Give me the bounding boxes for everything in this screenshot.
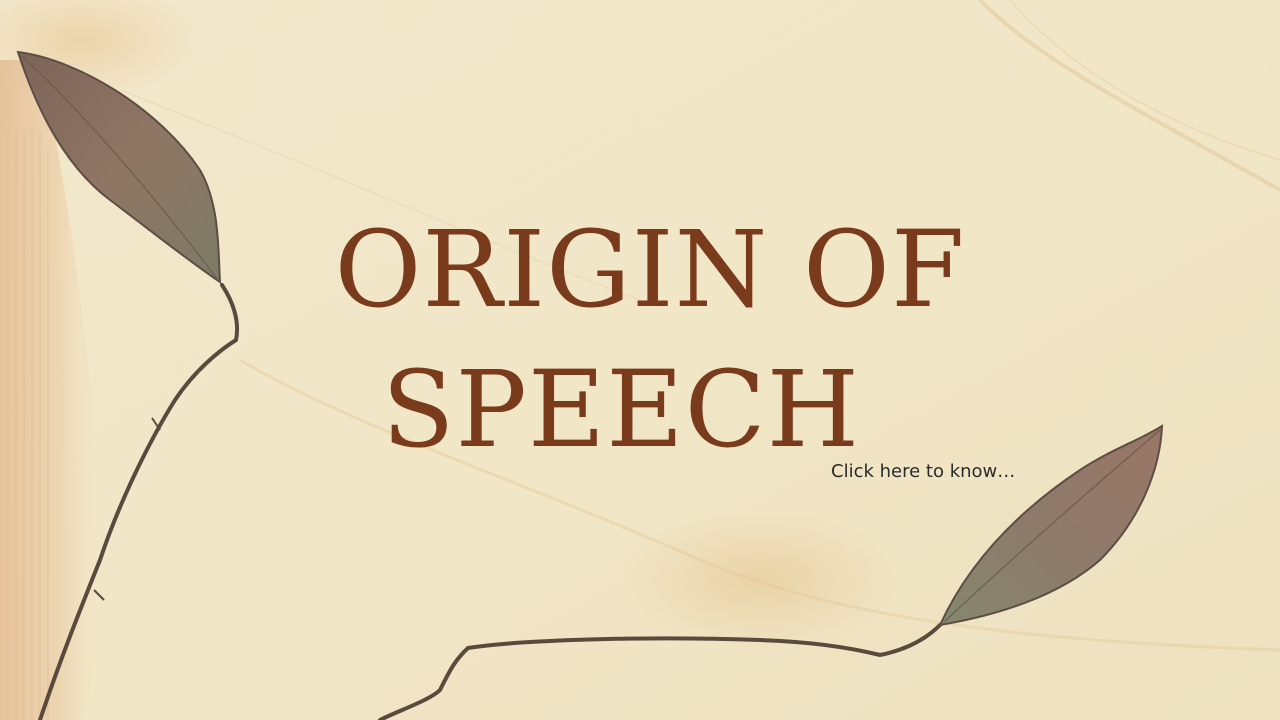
click-here-link[interactable]: Click here to know… bbox=[831, 461, 1015, 482]
title-line-1: ORIGIN OF bbox=[334, 208, 966, 331]
slide-title: ORIGIN OF SPEECH bbox=[300, 200, 1000, 480]
title-line-2: SPEECH bbox=[381, 348, 861, 471]
slide: ORIGIN OF SPEECH Click here to know… bbox=[0, 0, 1280, 720]
